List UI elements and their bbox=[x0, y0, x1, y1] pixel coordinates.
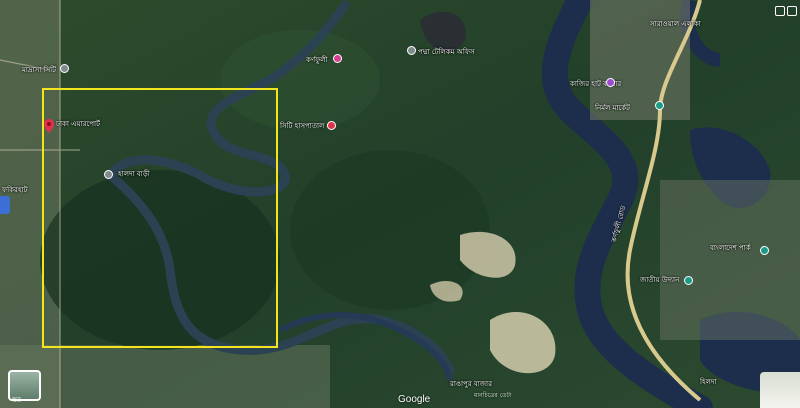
park-pin-icon[interactable] bbox=[655, 101, 664, 110]
map-attribution[interactable]: মানচিত্রের ডেটা bbox=[474, 390, 512, 401]
grid-icon[interactable] bbox=[787, 6, 797, 16]
place-label-right-purple[interactable]: নির্মল মার্কেট bbox=[595, 104, 630, 112]
place-pin-icon[interactable] bbox=[104, 170, 113, 179]
place-label-tower[interactable]: পদ্মা টেলিকম অফিস bbox=[418, 48, 475, 56]
place-pin-icon[interactable] bbox=[60, 64, 69, 73]
urban-area-bottom bbox=[0, 345, 330, 408]
place-label-river[interactable]: হালদা বাড়ী bbox=[118, 170, 150, 178]
place-label-right-top[interactable]: সারাওয়াল এলাকা bbox=[650, 20, 701, 28]
place-label-airport[interactable]: ঢাকা এয়ারপোর্ট bbox=[56, 120, 100, 128]
shop-pin-icon[interactable] bbox=[606, 78, 615, 87]
place-label-left-side[interactable]: ফকিরহাট bbox=[2, 186, 27, 194]
layers-label: স্তর bbox=[12, 396, 21, 404]
place-label-hospital[interactable]: সিটি হাসপাতাল bbox=[280, 122, 324, 130]
shopping-pin-icon[interactable] bbox=[333, 54, 342, 63]
location-marker-icon[interactable] bbox=[44, 118, 54, 133]
place-pin-icon[interactable] bbox=[407, 46, 416, 55]
place-label-top-left[interactable]: মাদ্রাসা সিটি bbox=[22, 66, 56, 74]
place-label-right-green-2[interactable]: জাতীয় উদ্যান bbox=[640, 276, 679, 284]
hospital-pin-icon[interactable] bbox=[327, 121, 336, 130]
place-label-top-pin[interactable]: কর্ণফুলী bbox=[306, 56, 327, 64]
park-pin-icon[interactable] bbox=[760, 246, 769, 255]
place-label-bottom[interactable]: রাঙাপুর বাজার bbox=[450, 380, 492, 388]
park-pin-icon[interactable] bbox=[684, 276, 693, 285]
map-type-toggle[interactable] bbox=[760, 372, 800, 408]
place-label-right-green-1[interactable]: বাংলাদেশ পার্ক bbox=[710, 244, 751, 252]
place-label-bottom-right[interactable]: হিলদা bbox=[700, 378, 717, 386]
expand-icon[interactable] bbox=[775, 6, 785, 16]
google-logo: Google bbox=[398, 394, 431, 405]
side-panel-toggle[interactable] bbox=[0, 196, 10, 214]
